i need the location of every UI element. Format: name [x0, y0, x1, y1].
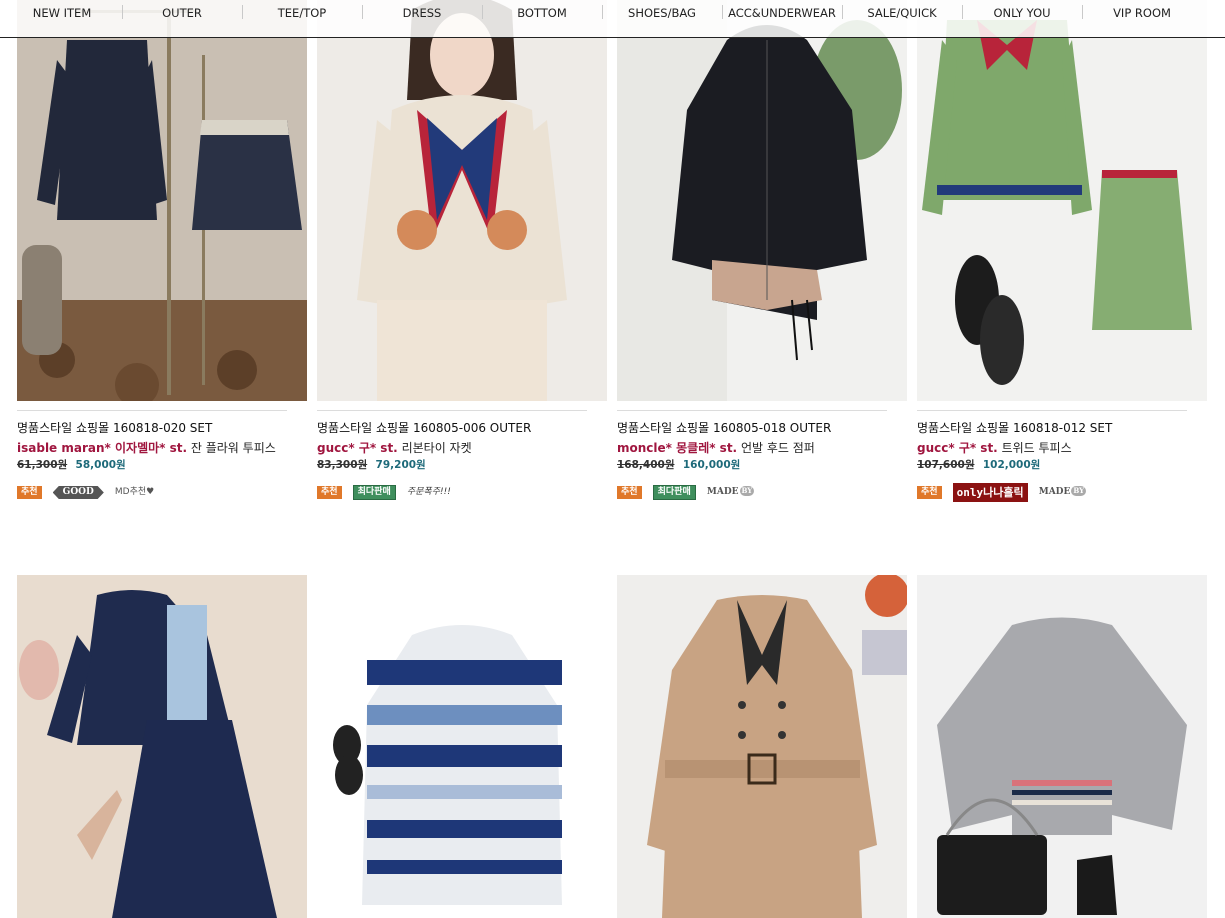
sale-price: 102,000원: [982, 459, 1041, 471]
product-brand: isable maran* 이자멜마* st. 잔 플라워 투피스: [17, 439, 276, 456]
nav-only-you[interactable]: ONLY YOU: [962, 0, 1082, 26]
nav-vip-room[interactable]: VIP ROOM: [1082, 0, 1202, 26]
md-pick-badge: MD추천♥: [114, 487, 155, 497]
nav-new-item[interactable]: NEW ITEM: [2, 0, 122, 26]
recommend-badge: 추천: [17, 486, 42, 499]
product-description: 언발 후드 점퍼: [740, 441, 815, 455]
product-card-4[interactable]: 명품스타일 쇼핑몰 160818-012 SET gucc* 구* st. 트위…: [917, 410, 1207, 510]
divider: [617, 410, 887, 411]
price-row: 168,400원 160,000원: [617, 457, 740, 472]
product-name[interactable]: 명품스타일 쇼핑몰 160805-006 OUTER: [317, 419, 531, 436]
product-card-1[interactable]: 명품스타일 쇼핑몰 160818-020 SET isable maran* 이…: [17, 410, 307, 510]
product-image-4[interactable]: [917, 0, 1207, 401]
brand-label: gucc* 구* st.: [917, 441, 998, 455]
made-by-badge: MADE BY: [1038, 486, 1087, 499]
brand-label: gucc* 구* st.: [317, 441, 398, 455]
product-image-3[interactable]: [617, 0, 907, 401]
brand-label: isable maran* 이자멜마* st.: [17, 441, 188, 455]
product-brand: moncle* 몽클레* st. 언발 후드 점퍼: [617, 439, 815, 456]
product-image-5[interactable]: [17, 575, 307, 918]
nav-outer[interactable]: OUTER: [122, 0, 242, 26]
divider: [917, 410, 1187, 411]
badge-row: 추천 최다판매 주문폭주!!!: [317, 482, 457, 500]
product-image-1[interactable]: [17, 0, 307, 401]
nav-dress[interactable]: DRESS: [362, 0, 482, 26]
sale-price: 79,200원: [375, 459, 426, 471]
made-by-badge: MADE BY: [706, 486, 755, 499]
nav-sale-quick[interactable]: SALE/QUICK: [842, 0, 962, 26]
brand-label: moncle* 몽클레* st.: [617, 441, 738, 455]
price-row: 107,600원 102,000원: [917, 457, 1040, 472]
original-price: 107,600원: [917, 459, 975, 471]
price-row: 83,300원 79,200원: [317, 457, 426, 472]
product-image-2[interactable]: [317, 0, 607, 401]
sale-price: 160,000원: [682, 459, 741, 471]
original-price: 168,400원: [617, 459, 675, 471]
product-brand: gucc* 구* st. 리본타이 자켓: [317, 439, 472, 456]
best-seller-badge: 최다판매: [652, 485, 696, 500]
recommend-badge: 추천: [317, 486, 342, 499]
sale-price: 58,000원: [75, 459, 126, 471]
recommend-badge: 추천: [917, 486, 942, 499]
price-row: 61,300원 58,000원: [17, 457, 126, 472]
product-image-6[interactable]: [317, 575, 607, 918]
only-exclusive-badge: only나나홀릭: [952, 483, 1028, 502]
recommend-badge: 추천: [617, 486, 642, 499]
made-label: MADE: [1038, 487, 1071, 497]
original-price: 61,300원: [17, 459, 68, 471]
product-description: 잔 플라워 투피스: [190, 441, 276, 455]
badge-row: 추천 GOOD MD추천♥: [17, 482, 160, 500]
badge-row: 추천 only나나홀릭 MADE BY: [917, 482, 1092, 502]
product-description: 리본타이 자켓: [401, 441, 472, 455]
top-navigation: NEW ITEM OUTER TEE/TOP DRESS BOTTOM SHOE…: [0, 0, 1225, 38]
product-image-7[interactable]: [617, 575, 907, 918]
original-price: 83,300원: [317, 459, 368, 471]
divider: [317, 410, 587, 411]
product-description: 트위드 투피스: [1001, 441, 1072, 455]
product-card-2[interactable]: 명품스타일 쇼핑몰 160805-006 OUTER gucc* 구* st. …: [317, 410, 607, 510]
best-seller-badge: 최다판매: [352, 485, 396, 500]
product-name[interactable]: 명품스타일 쇼핑몰 160818-012 SET: [917, 419, 1112, 436]
nav-bottom[interactable]: BOTTOM: [482, 0, 602, 26]
divider: [17, 410, 287, 411]
product-name[interactable]: 명품스타일 쇼핑몰 160805-018 OUTER: [617, 419, 831, 436]
product-card-3[interactable]: 명품스타일 쇼핑몰 160805-018 OUTER moncle* 몽클레* …: [617, 410, 907, 510]
by-label: BY: [1071, 486, 1087, 496]
good-badge: GOOD: [52, 486, 104, 499]
nav-acc-underwear[interactable]: ACC&UNDERWEAR: [722, 0, 842, 26]
product-brand: gucc* 구* st. 트위드 투피스: [917, 439, 1072, 456]
nav-shoes-bag[interactable]: SHOES/BAG: [602, 0, 722, 26]
made-label: MADE: [706, 487, 739, 497]
product-image-8[interactable]: [917, 575, 1207, 918]
by-label: BY: [739, 486, 755, 496]
nav-tee-top[interactable]: TEE/TOP: [242, 0, 362, 26]
order-rush-badge: 주문폭주!!!: [406, 487, 451, 497]
badge-row: 추천 최다판매 MADE BY: [617, 482, 760, 500]
product-name[interactable]: 명품스타일 쇼핑몰 160818-020 SET: [17, 419, 212, 436]
